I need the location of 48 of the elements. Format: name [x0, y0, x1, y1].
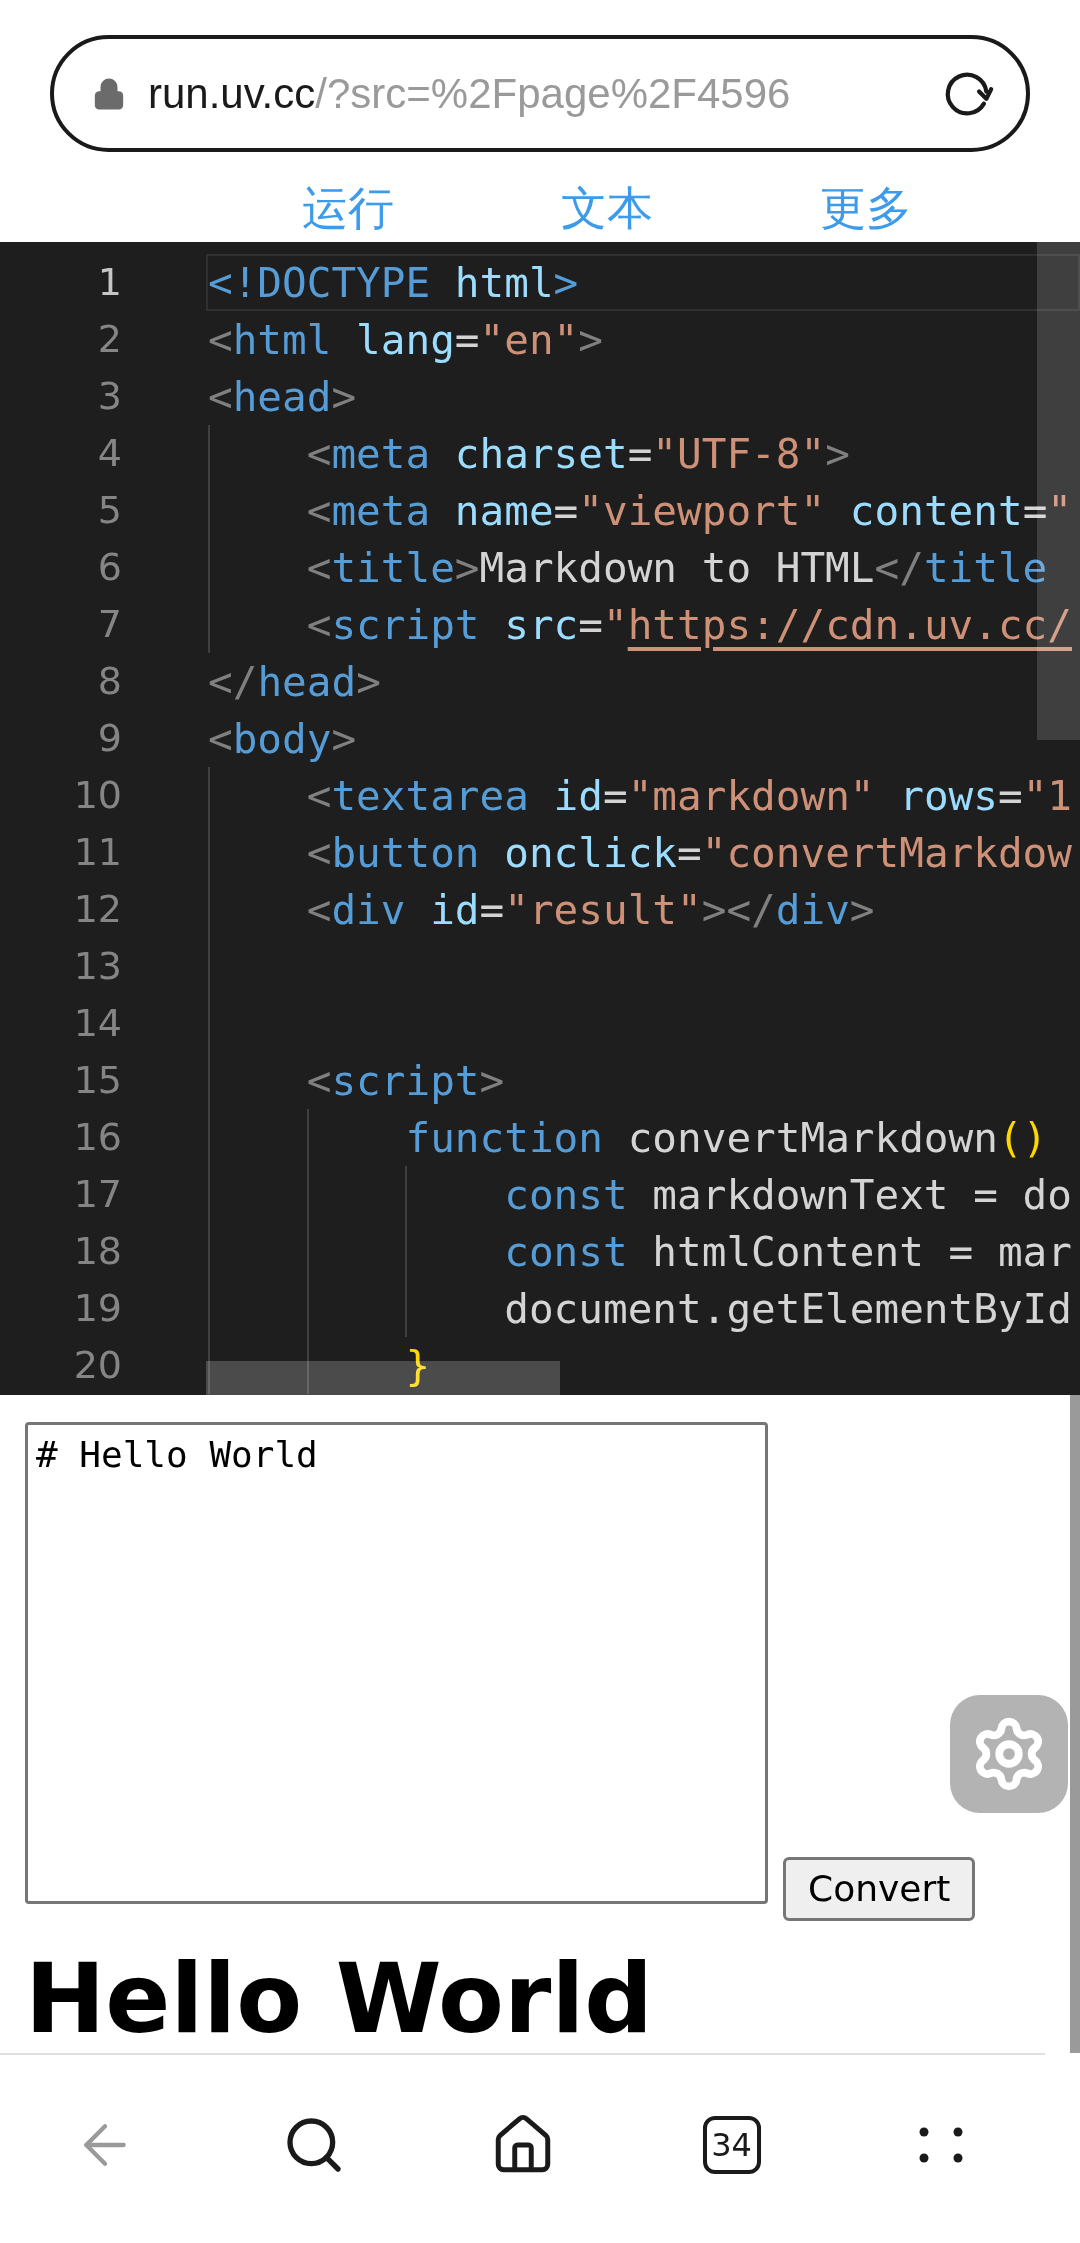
line-number: 17 [72, 1171, 122, 1218]
code-line: <div id="result"></div> [306, 885, 875, 935]
code-line: <meta charset="UTF-8"> [306, 429, 850, 479]
line-number: 7 [96, 601, 122, 648]
result-heading: Hello World [25, 1949, 654, 2049]
code-line: <script> [306, 1056, 505, 1106]
line-number: 18 [72, 1228, 122, 1275]
code-editor[interactable] [0, 242, 1080, 1395]
line-number: 16 [72, 1114, 122, 1161]
code-line: <textarea id="markdown" rows="1 [306, 771, 1072, 821]
line-number: 3 [96, 373, 122, 420]
line-number: 4 [96, 430, 122, 477]
line-number: 19 [72, 1285, 122, 1332]
line-number: 14 [72, 1000, 122, 1047]
line-number: 12 [72, 886, 122, 933]
line-number: 20 [72, 1342, 122, 1389]
code-line: <!DOCTYPE html> [208, 258, 579, 308]
line-number: 13 [72, 943, 122, 990]
convert-button[interactable]: Convert [783, 1857, 976, 1921]
code-line: document.getElementById [504, 1284, 1072, 1334]
line-number: 8 [96, 658, 122, 705]
more-icon[interactable] [918, 2127, 963, 2163]
line-number: 6 [96, 544, 122, 591]
tabs-button[interactable]: 34 [702, 2116, 761, 2174]
code-line: </head> [208, 657, 381, 707]
code-line: const markdownText = do [504, 1170, 1072, 1220]
address-bar[interactable]: run.uv.cc/?src=%2Fpage%2F4596 [50, 35, 1030, 152]
page-scrollbar[interactable] [1070, 1395, 1080, 2053]
code-line: function convertMarkdown() [405, 1113, 1048, 1163]
code-line: <meta name="viewport" content=" [306, 486, 1072, 536]
line-number: 11 [72, 829, 122, 876]
code-line: <button onclick="convertMarkdow [306, 828, 1072, 878]
line-number: 10 [72, 772, 122, 819]
line-number: 2 [96, 316, 122, 363]
code-line: <html lang="en"> [208, 315, 603, 365]
code-line: <script src="https://cdn.uv.cc/ [306, 600, 1072, 650]
line-number: 5 [96, 487, 122, 534]
url-text: run.uv.cc/?src=%2Fpage%2F4596 [148, 69, 792, 119]
code-line: <head> [208, 372, 357, 422]
line-number: 9 [96, 715, 122, 762]
code-line: <body> [208, 714, 357, 764]
code-line: const htmlContent = mar [504, 1227, 1072, 1277]
code-line: } [405, 1341, 431, 1391]
markdown-input[interactable]: # Hello World [25, 1422, 768, 1904]
code-line: <title>Markdown to HTML</title [306, 543, 1048, 593]
line-number: 1 [96, 259, 122, 306]
line-number: 15 [72, 1057, 122, 1104]
lock-icon [92, 76, 126, 111]
